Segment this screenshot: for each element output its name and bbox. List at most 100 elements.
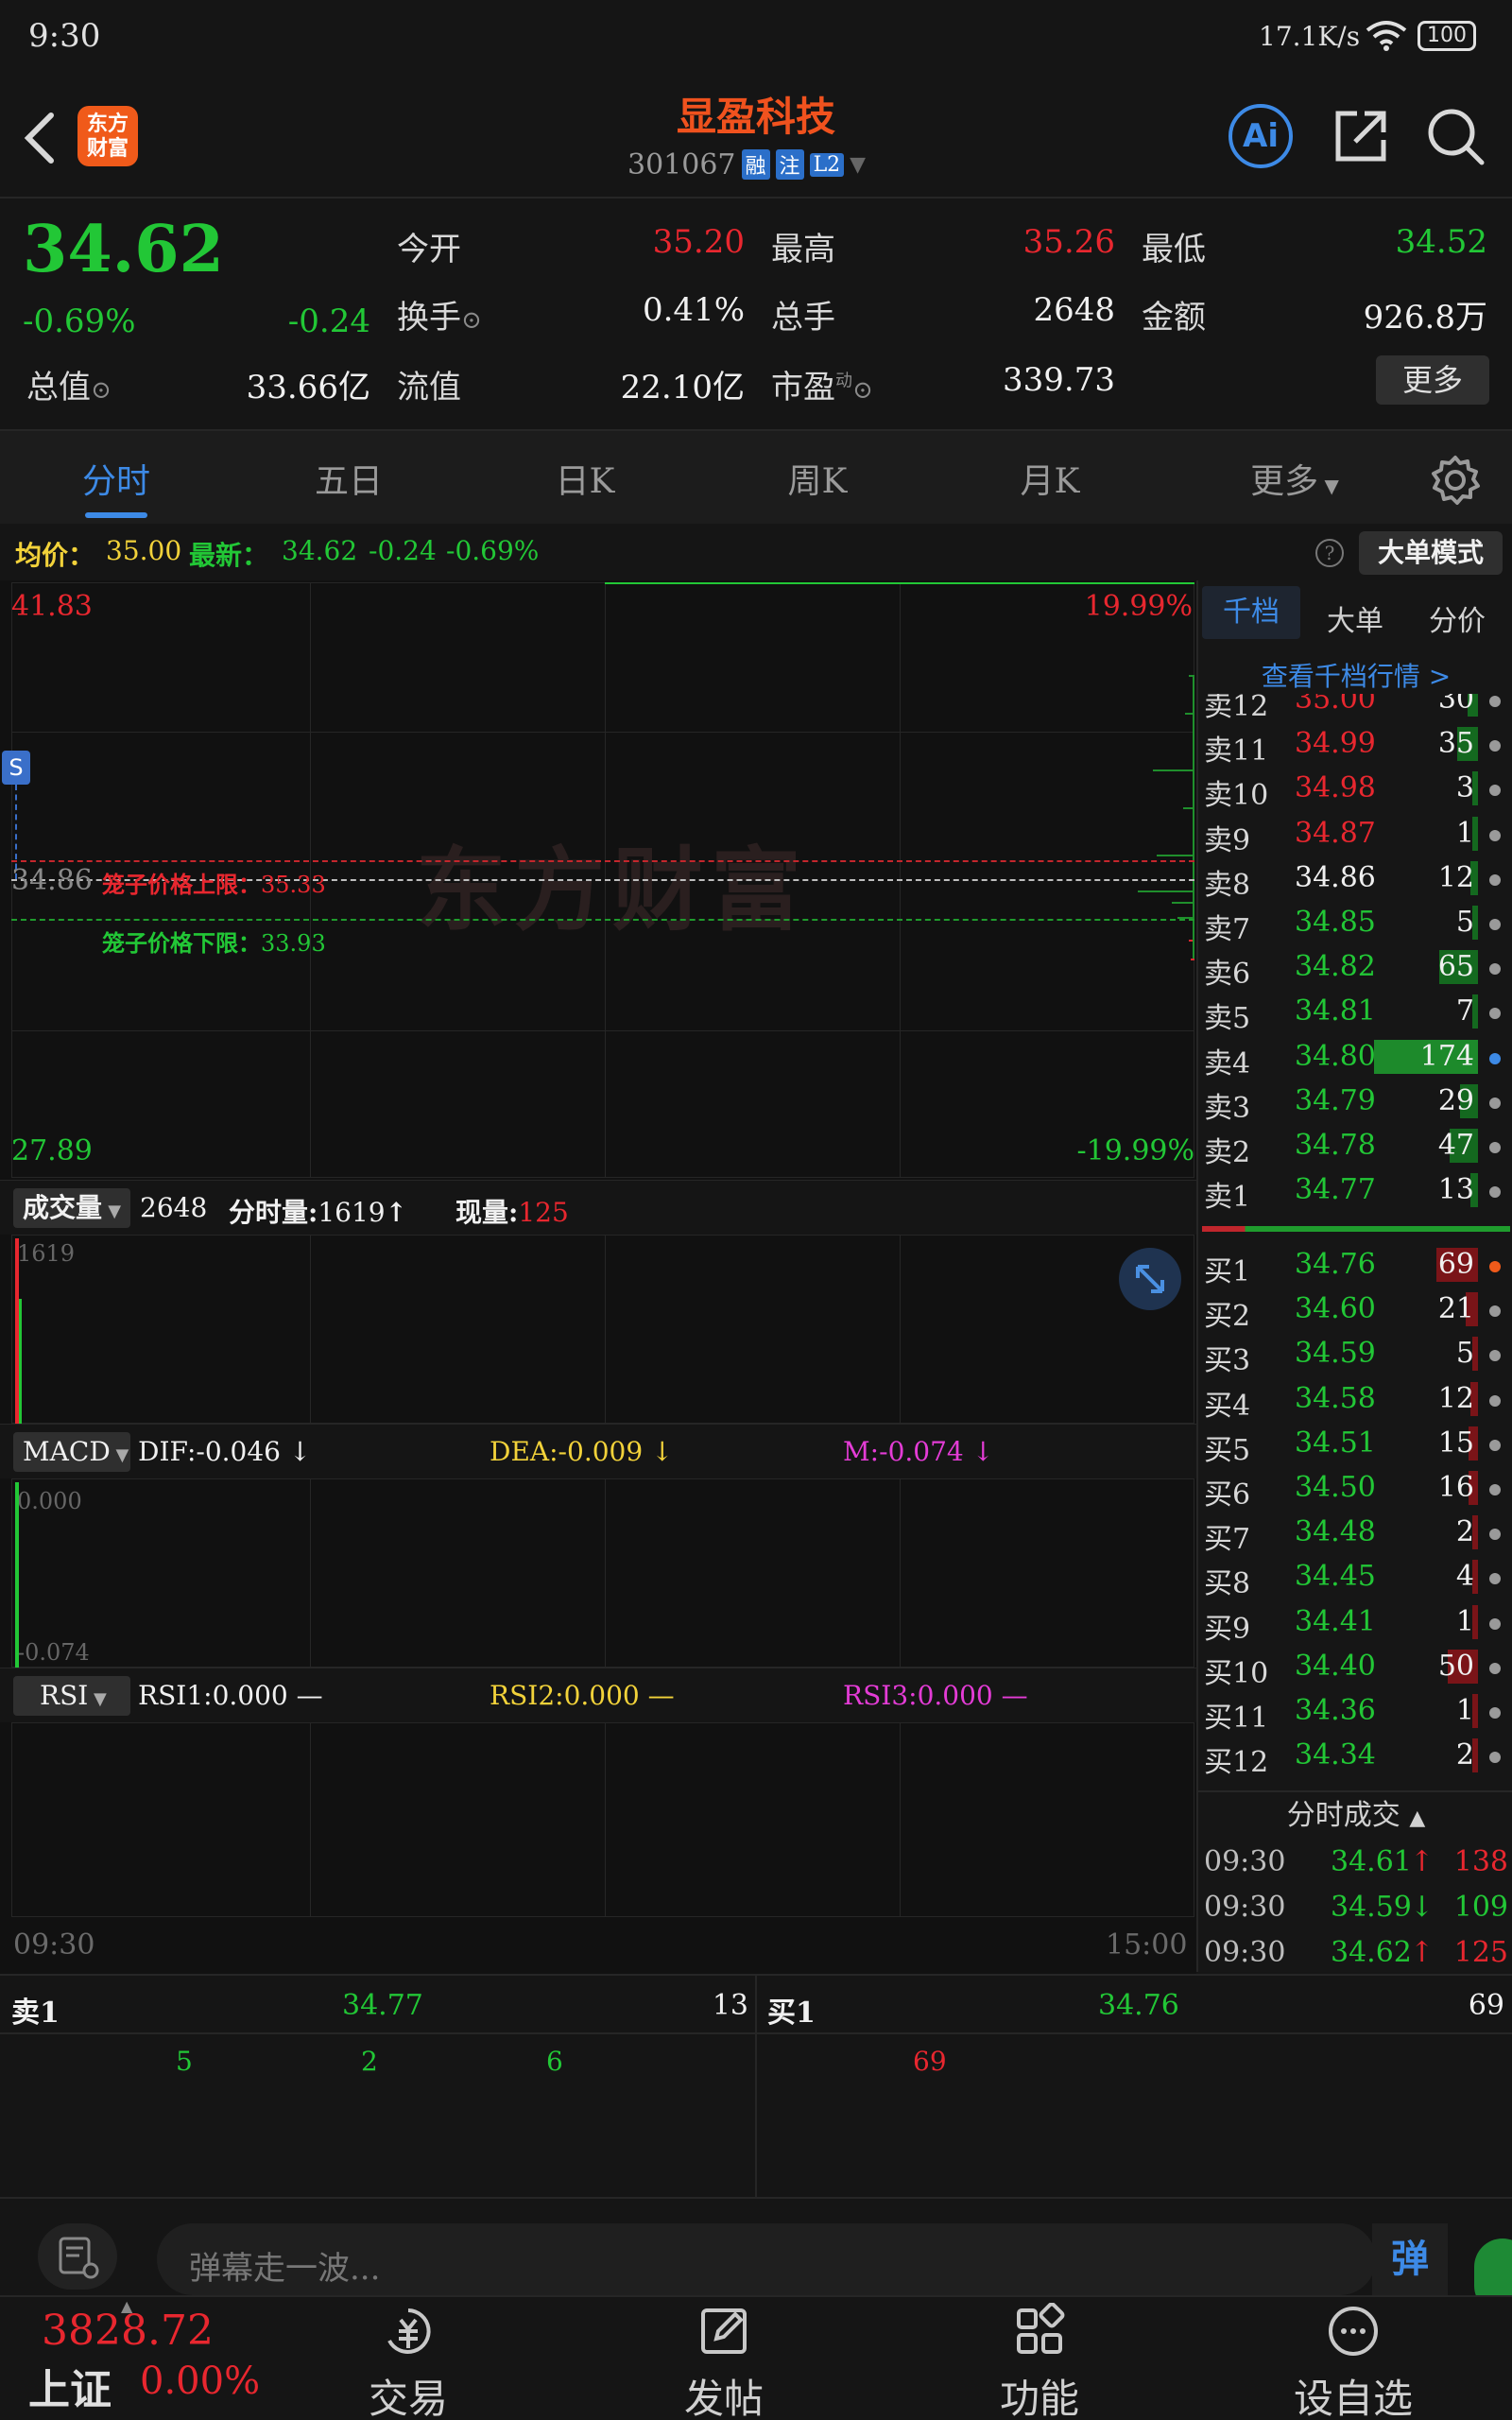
app-logo: 东方 财富 <box>77 106 138 166</box>
stock-name[interactable]: 显盈科技 <box>567 85 945 143</box>
bid-row[interactable]: 买3 34.59 5 <box>1198 1331 1510 1377</box>
order-price: 34.76 <box>1295 1248 1376 1281</box>
volume-total: 2648 <box>140 1192 208 1223</box>
danmu-settings-button[interactable] <box>38 2223 117 2290</box>
ask-row[interactable]: 卖9 34.87 1 <box>1198 811 1510 857</box>
tab-daily-k[interactable]: 日K <box>514 454 656 503</box>
s-marker[interactable]: S <box>2 751 30 785</box>
ask-row[interactable]: 卖3 34.79 29 <box>1198 1079 1510 1125</box>
order-qty: 7 <box>1455 994 1474 1028</box>
danmu-input[interactable]: 弹幕走一波... <box>157 2223 1376 2295</box>
ask-row[interactable]: 卖1 34.77 13 <box>1198 1167 1510 1214</box>
order-price: 34.51 <box>1295 1426 1376 1460</box>
badge-zhu: 注 <box>775 149 804 180</box>
bid-row[interactable]: 买11 34.36 1 <box>1198 1688 1510 1735</box>
index-name[interactable]: 上证 <box>28 2356 112 2416</box>
more-button[interactable]: 更多 <box>1376 355 1489 405</box>
ask-row[interactable]: 卖5 34.81 7 <box>1198 989 1510 1035</box>
bid-row[interactable]: 买2 34.60 21 <box>1198 1287 1510 1333</box>
status-time: 9:30 <box>28 17 101 55</box>
order-dot-icon <box>1489 873 1501 886</box>
macd-chart-frame <box>11 1478 1194 1668</box>
low-label: 最低 <box>1142 231 1206 268</box>
tab-more[interactable]: 更多 ▼ <box>1219 454 1370 503</box>
bid-row[interactable]: 买8 34.45 4 <box>1198 1554 1510 1601</box>
stock-code-row[interactable]: 301067 融 注 L2 ▼ <box>627 146 866 183</box>
order-level-label: 卖9 <box>1204 823 1251 857</box>
ask-row[interactable]: 卖6 34.82 65 <box>1198 944 1510 991</box>
big-order-mode-button[interactable]: 大单模式 <box>1359 531 1503 575</box>
order-qty: 30 <box>1437 694 1474 716</box>
lower-limit-label: 笼子价格下限：33.93 <box>102 929 326 957</box>
bid-row[interactable]: 买7 34.48 2 <box>1198 1510 1510 1556</box>
mktcap-value: 33.66亿 <box>246 369 370 406</box>
rsi-indicator-select[interactable]: RSI ▼ <box>13 1676 130 1716</box>
order-price: 34.85 <box>1295 906 1376 939</box>
order-qty: 1 <box>1455 1604 1474 1638</box>
bid-row[interactable]: 买4 34.58 12 <box>1198 1376 1510 1423</box>
volume-value: 2648 <box>1033 291 1115 329</box>
ai-button[interactable]: Ai <box>1228 104 1293 168</box>
bid-row[interactable]: 买6 34.50 16 <box>1198 1465 1510 1512</box>
danmu-toggle-button[interactable]: 弹 <box>1372 2223 1448 2295</box>
ask-row[interactable]: 卖8 34.86 12 <box>1198 856 1510 902</box>
pct-axis-top: 19.99% <box>1084 590 1193 623</box>
queue-buy-price: 34.76 <box>1098 1989 1179 2022</box>
order-dot-icon <box>1489 1142 1501 1153</box>
share-icon[interactable] <box>1331 106 1391 166</box>
gear-icon[interactable] <box>1429 454 1482 507</box>
index-pct: 0.00% <box>140 2360 261 2403</box>
order-dot-icon <box>1489 1662 1501 1674</box>
order-price: 34.77 <box>1295 1173 1376 1207</box>
open-label: 今开 <box>397 231 461 268</box>
bid-row[interactable]: 买5 34.51 15 <box>1198 1421 1510 1467</box>
order-level-label: 卖10 <box>1204 779 1269 813</box>
orderbook-tab-bigorder[interactable]: 大单 <box>1308 597 1402 639</box>
price-pct: -0.69% <box>23 302 136 340</box>
trades-header[interactable]: 分时成交 ▲ <box>1198 1790 1512 1838</box>
orderbook-tab-thousand[interactable]: 千档 <box>1202 586 1300 639</box>
tab-monthly-k[interactable]: 月K <box>979 454 1121 503</box>
bid-row[interactable]: 买12 34.34 2 <box>1198 1733 1510 1779</box>
help-icon[interactable]: ? <box>1315 539 1344 567</box>
danmu-bar: 弹幕走一波... 弹 <box>0 2197 1512 2314</box>
ask-row[interactable]: 卖2 34.78 47 <box>1198 1123 1510 1169</box>
order-price: 34.87 <box>1295 816 1376 850</box>
ask-row[interactable]: 卖11 34.99 35 <box>1198 721 1510 768</box>
info-line: 均价： 35.00 最新： 34.62 -0.24 -0.69% ? 大单模式 <box>0 524 1512 580</box>
nav-watchlist[interactable]: 设自选 <box>1259 2303 1448 2420</box>
ask-row[interactable]: 卖4 34.80 174 <box>1198 1034 1510 1080</box>
order-level-label: 买6 <box>1204 1478 1251 1512</box>
ask-row[interactable]: 卖10 34.98 3 <box>1198 766 1510 813</box>
bid-row[interactable]: 买9 34.41 1 <box>1198 1599 1510 1646</box>
battery-level: 100 <box>1427 24 1467 47</box>
search-icon[interactable] <box>1425 106 1486 166</box>
tab-weekly-k[interactable]: 周K <box>747 454 888 503</box>
tab-five-day[interactable]: 五日 <box>278 454 420 503</box>
volume-indicator-select[interactable]: 成交量 ▼ <box>13 1188 130 1228</box>
nav-post[interactable]: 发帖 <box>629 2303 818 2420</box>
order-level-label: 买8 <box>1204 1567 1251 1601</box>
bid-row[interactable]: 买10 34.40 50 <box>1198 1644 1510 1690</box>
back-arrow-icon[interactable] <box>21 110 59 166</box>
orderbook-tab-price[interactable]: 分价 <box>1410 597 1504 639</box>
macd-indicator-select[interactable]: MACD ▼ <box>13 1432 130 1472</box>
mid-price-label: 34.86 <box>11 864 93 897</box>
bid-list: 买1 34.76 69 买2 34.60 21 买3 34.59 5 买4 34.58 12 买5 34.… <box>1198 1242 1512 1790</box>
intraday-chart[interactable]: 东方财富 41.83 19.99% 27.89 -19.99% 34.86 笼子… <box>0 580 1196 2123</box>
bid-row[interactable]: 买1 34.76 69 <box>1198 1242 1510 1288</box>
chevron-down-icon: ▼ <box>850 152 867 177</box>
expand-icon[interactable] <box>1119 1248 1181 1310</box>
trade-time: 09:30 <box>1204 1936 1286 1969</box>
order-qty: 1 <box>1455 1694 1474 1727</box>
trade-direction-icon: ↑ <box>1410 1845 1435 1878</box>
ask-row[interactable]: 卖7 34.85 5 <box>1198 900 1510 946</box>
rsi-chart-frame <box>11 1722 1194 1917</box>
queue-divider <box>755 1976 757 2199</box>
tab-intraday[interactable]: 分时 <box>45 454 187 503</box>
nav-trade[interactable]: 交易 <box>314 2303 503 2420</box>
nav-functions[interactable]: 功能 <box>945 2303 1134 2420</box>
ask-row[interactable]: 卖12 35.00 30 <box>1198 694 1510 723</box>
view-thousand-link[interactable]: 查看千档行情 > <box>1198 656 1512 694</box>
order-qty: 5 <box>1455 1337 1474 1371</box>
